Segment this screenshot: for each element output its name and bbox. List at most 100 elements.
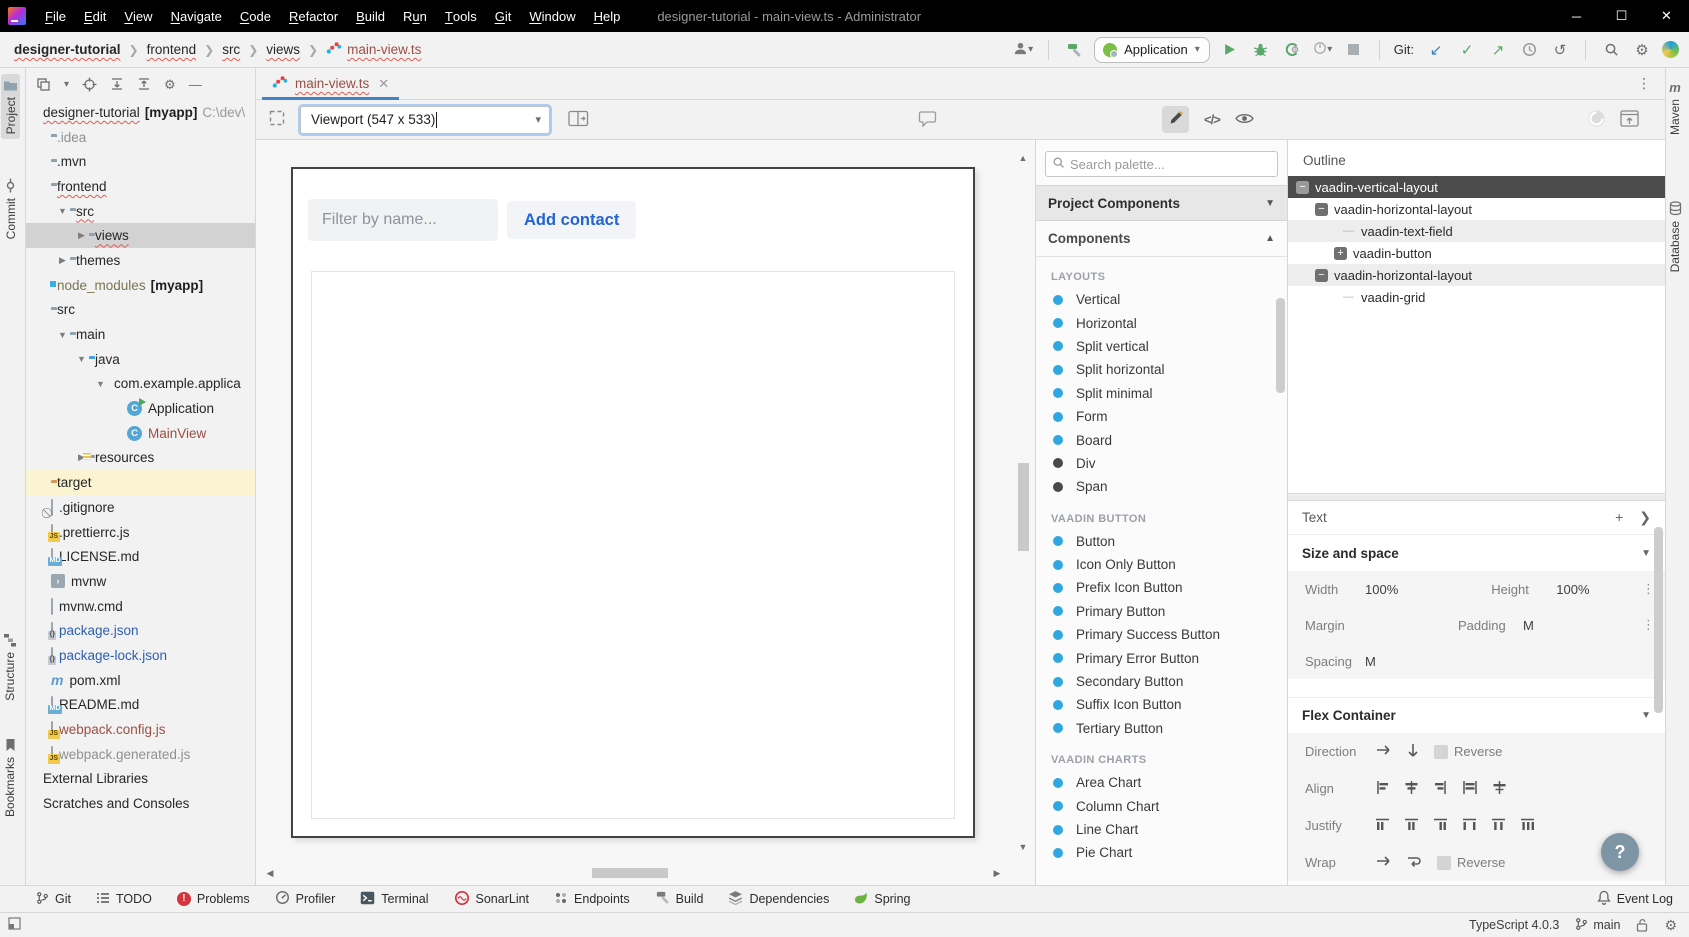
palette-item-vertical[interactable]: Vertical xyxy=(1036,288,1287,311)
hide-panel-icon[interactable]: — xyxy=(189,78,202,91)
menu-code[interactable]: Code xyxy=(231,0,280,32)
git-branch-indicator[interactable]: main xyxy=(1575,917,1620,934)
search-everywhere-icon[interactable] xyxy=(1600,39,1622,61)
tool-button-bookmarks[interactable]: Bookmarks xyxy=(1,733,19,822)
tree-item-webpack-config-js[interactable]: JSwebpack.config.js xyxy=(26,717,255,742)
close-tab-icon[interactable]: ✕ xyxy=(378,76,389,92)
tree-item-frontend[interactable]: frontend xyxy=(26,174,255,199)
tree-item--mvn[interactable]: .mvn xyxy=(26,149,255,174)
height-value[interactable]: 100% xyxy=(1556,582,1589,597)
align-option-icon-5[interactable] xyxy=(1492,780,1507,798)
direction-reverse-checkbox[interactable] xyxy=(1434,745,1448,759)
typescript-version[interactable]: TypeScript 4.0.3 xyxy=(1469,918,1559,932)
tree-item-com-example-applica[interactable]: ▼com.example.applica xyxy=(26,372,255,397)
project-settings-gear-icon[interactable]: ⚙ xyxy=(164,78,176,91)
comment-bubble-icon[interactable] xyxy=(918,110,937,130)
settings-gear-icon[interactable]: ⚙ xyxy=(1664,917,1677,934)
select-opened-file-icon[interactable] xyxy=(82,77,97,92)
palette-item-primary-error-button[interactable]: Primary Error Button xyxy=(1036,646,1287,669)
window-layout-icon[interactable] xyxy=(8,917,21,933)
menu-navigate[interactable]: Navigate xyxy=(162,0,231,32)
justify-option-icon-1[interactable] xyxy=(1375,817,1390,835)
open-in-window-icon[interactable] xyxy=(1620,110,1639,130)
run-button[interactable] xyxy=(1219,39,1241,61)
palette-item-form[interactable]: Form xyxy=(1036,405,1287,428)
wrap-icon[interactable] xyxy=(1406,854,1423,872)
justify-option-icon-6[interactable] xyxy=(1520,817,1535,835)
palette-item-button[interactable]: Button xyxy=(1036,530,1287,553)
menu-build[interactable]: Build xyxy=(347,0,394,32)
wrap-none-icon[interactable] xyxy=(1375,854,1392,871)
breadcrumb-item[interactable]: main-view.ts xyxy=(322,41,425,58)
build-project-icon[interactable] xyxy=(1063,39,1085,61)
tool-window-button-problems[interactable]: !Problems xyxy=(177,892,250,906)
scroll-right-icon[interactable]: ▶ xyxy=(989,866,1005,880)
palette-scrollbar-thumb[interactable] xyxy=(1276,298,1285,393)
event-log-button[interactable]: Event Log xyxy=(1597,890,1673,908)
project-components-header[interactable]: Project Components▼ xyxy=(1036,185,1287,221)
maximize-button[interactable]: ☐ xyxy=(1599,0,1644,32)
git-push-icon[interactable]: ↗ xyxy=(1487,39,1509,61)
expand-all-icon[interactable] xyxy=(110,77,124,91)
ide-features-trainer-icon[interactable] xyxy=(1662,41,1679,58)
palette-item-primary-button[interactable]: Primary Button xyxy=(1036,600,1287,623)
tree-item-package-json[interactable]: {}package.json xyxy=(26,618,255,643)
tree-item-pom-xml[interactable]: mpom.xml xyxy=(26,668,255,693)
contacts-grid[interactable] xyxy=(311,271,955,819)
tool-window-button-endpoints[interactable]: Endpoints xyxy=(554,891,630,908)
minimize-button[interactable]: ─ xyxy=(1554,0,1599,32)
align-option-icon-3[interactable] xyxy=(1433,780,1448,798)
tree-item-java[interactable]: ▼java xyxy=(26,347,255,372)
spacing-value[interactable]: M xyxy=(1365,654,1376,669)
tree-item-src[interactable]: src xyxy=(26,298,255,323)
text-property-header[interactable]: Text + ❯ xyxy=(1288,501,1665,535)
menu-file[interactable]: File xyxy=(36,0,75,32)
collapse-all-icon[interactable] xyxy=(137,77,151,91)
panel-splitter[interactable] xyxy=(1288,493,1665,501)
width-value[interactable]: 100% xyxy=(1365,582,1398,597)
menu-window[interactable]: Window xyxy=(520,0,584,32)
tree-item--idea[interactable]: .idea xyxy=(26,125,255,150)
tool-button-maven[interactable]: m Maven xyxy=(1666,76,1684,140)
profiler-button[interactable] xyxy=(1281,39,1303,61)
scrollbar-thumb[interactable] xyxy=(592,868,668,878)
chevron-right-icon[interactable]: ❯ xyxy=(1639,509,1651,526)
tree-item-mainview[interactable]: CMainView xyxy=(26,421,255,446)
justify-option-icon-3[interactable] xyxy=(1433,817,1448,835)
justify-option-icon-5[interactable] xyxy=(1491,817,1506,835)
preview-mode-eye-icon[interactable] xyxy=(1235,112,1254,128)
align-option-icon-4[interactable] xyxy=(1462,780,1478,798)
palette-item-horizontal[interactable]: Horizontal xyxy=(1036,311,1287,334)
tool-button-structure[interactable]: Structure xyxy=(1,628,19,706)
components-header[interactable]: Components▲ xyxy=(1036,221,1287,257)
palette-item-line-chart[interactable]: Line Chart xyxy=(1036,818,1287,841)
rollback-icon[interactable]: ↺ xyxy=(1549,39,1571,61)
outline-item-vaadin-grid[interactable]: —vaadin-grid xyxy=(1288,286,1665,308)
palette-item-secondary-button[interactable]: Secondary Button xyxy=(1036,670,1287,693)
close-button[interactable]: ✕ xyxy=(1644,0,1689,32)
scroll-down-icon[interactable]: ▼ xyxy=(1015,840,1031,854)
tree-item-license-md[interactable]: MDLICENSE.md xyxy=(26,544,255,569)
editor-options-kebab-icon[interactable]: ⋮ xyxy=(1637,75,1665,92)
tree-item--gitignore[interactable]: .gitignore xyxy=(26,495,255,520)
tree-item-src[interactable]: ▼src xyxy=(26,199,255,224)
align-option-icon-1[interactable] xyxy=(1375,780,1390,798)
palette-item-pie-chart[interactable]: Pie Chart xyxy=(1036,841,1287,864)
tree-item-node-modules[interactable]: node_modules[myapp] xyxy=(26,273,255,298)
outline-item-vaadin-vertical-layout[interactable]: −vaadin-vertical-layout xyxy=(1288,176,1665,198)
viewport-frame-icon[interactable] xyxy=(268,109,286,130)
tree-item-package-lock-json[interactable]: {}package-lock.json xyxy=(26,643,255,668)
tool-window-button-todo[interactable]: TODO xyxy=(96,892,152,907)
tab-main-view[interactable]: main-view.ts ✕ xyxy=(262,68,399,100)
palette-item-split-minimal[interactable]: Split minimal xyxy=(1036,382,1287,405)
breadcrumb-item[interactable]: views xyxy=(262,42,304,57)
design-artboard[interactable]: Add contact xyxy=(291,167,975,838)
palette-item-tertiary-button[interactable]: Tertiary Button xyxy=(1036,717,1287,740)
tree-item-resources[interactable]: ▶resources xyxy=(26,446,255,471)
tree-item-themes[interactable]: ▶themes xyxy=(26,248,255,273)
menu-refactor[interactable]: Refactor xyxy=(280,0,347,32)
user-profile-icon[interactable]: ▾ xyxy=(1012,39,1034,61)
tree-item-scratches-and-consoles[interactable]: Scratches and Consoles xyxy=(26,791,255,816)
properties-scrollbar-thumb[interactable] xyxy=(1654,527,1663,713)
menu-git[interactable]: Git xyxy=(486,0,521,32)
